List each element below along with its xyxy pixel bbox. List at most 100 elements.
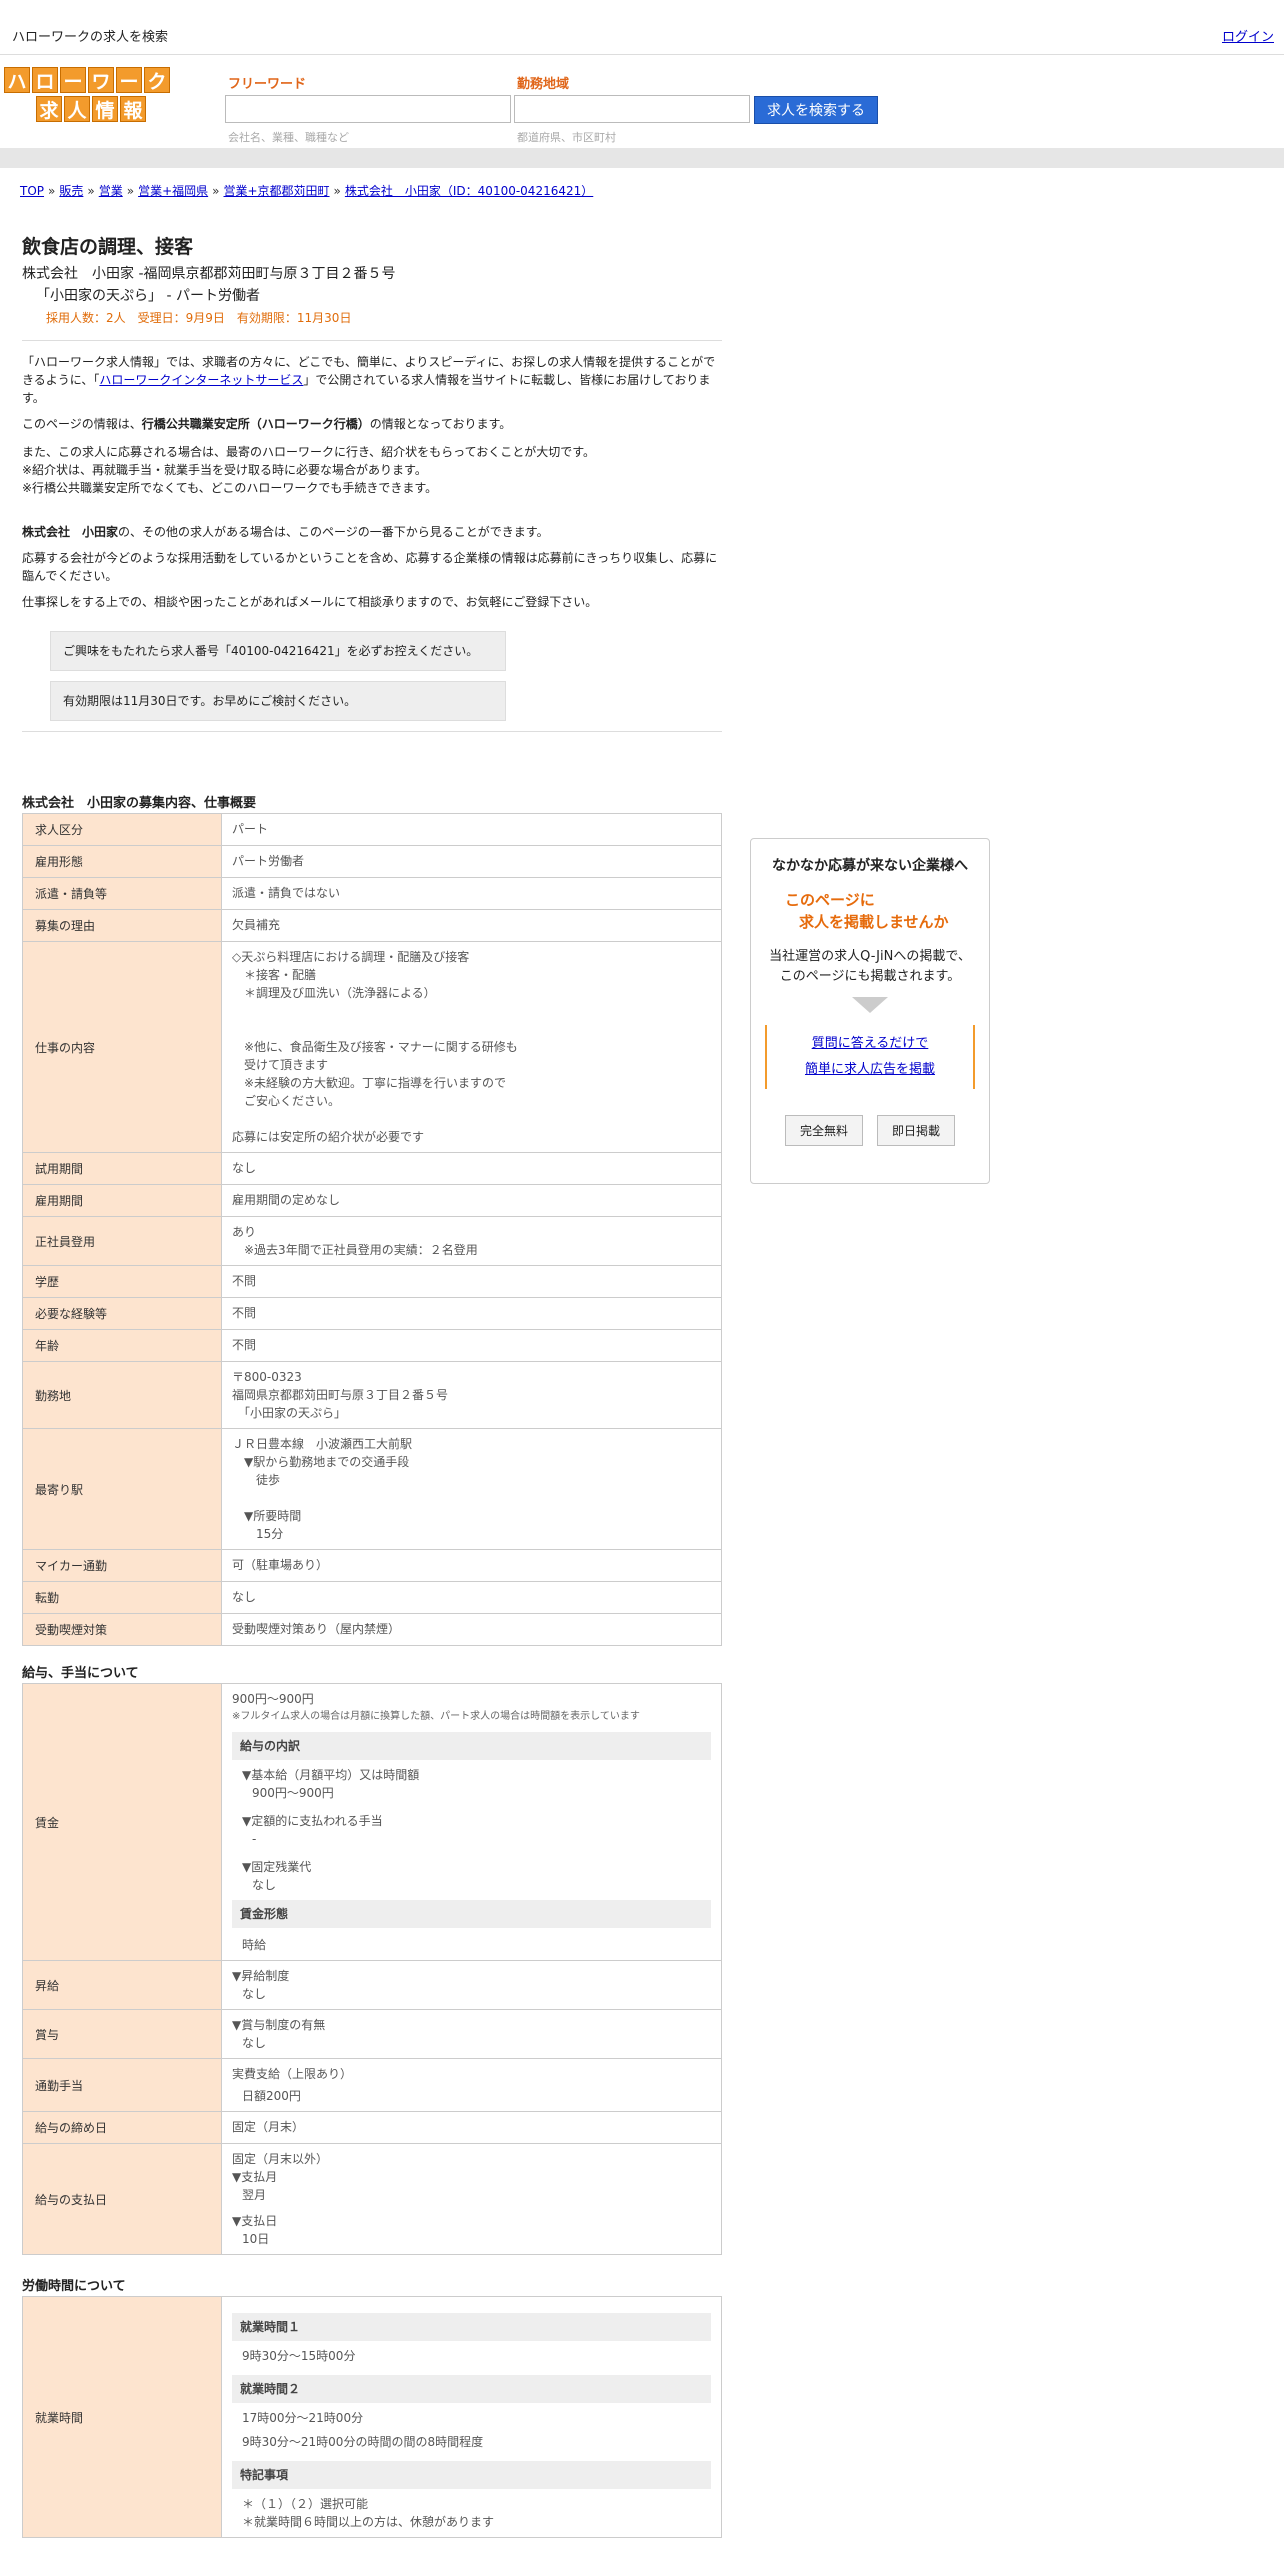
row-value: パート労働者 xyxy=(221,845,722,878)
table-row: 必要な経験等 不問 xyxy=(22,1297,722,1330)
site-logo[interactable]: ハ ロ ー ワ ー ク 求 人 情 報 xyxy=(4,67,180,125)
area-input[interactable] xyxy=(514,95,750,123)
row-header: 通勤手当 xyxy=(22,2058,222,2112)
row-value: 実費支給（上限あり） 日額200円 xyxy=(221,2058,722,2112)
table-row: 給与の支払日 固定（月末以外） ▼支払月 翌月 ▼支払日 10日 xyxy=(22,2143,722,2255)
row-header: 転勤 xyxy=(22,1581,222,1614)
job-meta: 採用人数：2人 受理日：9月9日 有効期限：11月30日 xyxy=(46,311,352,325)
logo-char: 人 xyxy=(64,96,90,122)
subhead: 賃金形態 xyxy=(232,1900,711,1928)
row-value: あり ※過去3年間で正社員登用の実績：２名登用 xyxy=(221,1216,722,1266)
row-header: 賞与 xyxy=(22,2009,222,2059)
breadcrumb: TOP» 販売» 営業» 営業+福岡県» 営業+京都郡苅田町» 株式会社 小田家（ID：4… xyxy=(20,184,594,198)
table-row: 雇用期間 雇用期間の定めなし xyxy=(22,1184,722,1217)
table-row: 年齢 不問 xyxy=(22,1329,722,1362)
row-value: 〒800-0323 福岡県京都郡苅田町与原３丁目２番５号 「小田家の天ぷら」 xyxy=(221,1361,722,1429)
row-header: 雇用形態 xyxy=(22,845,222,878)
ad-links: 質問に答えるだけで 簡単に求人広告を掲載 xyxy=(765,1025,975,1089)
table-row: 仕事の内容 ◇天ぷら料理店における調理・配膳及び接客 ＊接客・配膳 ＊調理及び皿洗… xyxy=(22,941,722,1153)
breadcrumb-link[interactable]: 営業+京都郡苅田町 xyxy=(223,184,329,198)
notice-box: 有効期限は11月30日です。お早めにご検討ください。 xyxy=(50,681,506,721)
salary-table: 賃金 900円〜900円 ※フルタイム求人の場合は月額に換算した額、パート求人の… xyxy=(22,1683,722,2255)
advice-text: 応募する会社が今どのような採用活動をしているかということを含め、応募する企業様の… xyxy=(22,551,718,583)
login-link[interactable]: ログイン xyxy=(1222,26,1274,45)
logo-char: ー xyxy=(60,67,86,93)
table-row: 賃金 900円〜900円 ※フルタイム求人の場合は月額に換算した額、パート求人の… xyxy=(22,1683,722,1961)
area-label: 勤務地域 xyxy=(517,77,570,92)
ad-heading: なかなか応募が来ない企業様へ xyxy=(772,858,968,874)
row-value: 就業時間１ 9時30分〜15時00分 就業時間２ 17時00分〜21時00分 9… xyxy=(221,2296,722,2538)
table-row: マイカー通勤 可（駐車場あり） xyxy=(22,1549,722,1582)
logo-char: ワ xyxy=(88,67,114,93)
intro-text: 「ハローワーク求人情報」では、求職者の方々に、どこでも、簡単に、よりスピーディに… xyxy=(22,355,716,405)
row-value: なし xyxy=(221,1152,722,1185)
breadcrumb-link[interactable]: 営業+福岡県 xyxy=(138,184,208,198)
company-line: 株式会社 小田家 -福岡県京都郡苅田町与原３丁目２番５号 xyxy=(22,266,396,282)
row-value: 可（駐車場あり） xyxy=(221,1549,722,1582)
table-row: 雇用形態 パート労働者 xyxy=(22,845,722,878)
summary-table: 求人区分 パート 雇用形態 パート労働者 派遣・請負等 派遣・請負ではない 募集の理由 欠員補… xyxy=(22,813,722,1646)
row-value: 不問 xyxy=(221,1297,722,1330)
other-jobs-text: 株式会社 小田家の、その他の求人がある場合は、このページの一番下から見ることがで… xyxy=(22,525,549,539)
section-title: 労働時間について xyxy=(22,2279,126,2294)
ad-link-question[interactable]: 質問に答えるだけで xyxy=(812,1036,929,1051)
row-value: 900円〜900円 ※フルタイム求人の場合は月額に換算した額、パート求人の場合は… xyxy=(221,1683,722,1961)
row-value: ＪＲ日豊本線 小波瀬西工大前駅 ▼駅から勤務地までの交通手段 徒歩 ▼所要時間 … xyxy=(221,1428,722,1550)
hours-table: 就業時間 就業時間１ 9時30分〜15時00分 就業時間２ 17時00分〜21時… xyxy=(22,2296,722,2538)
row-value: パート xyxy=(221,813,722,846)
keyword-label: フリーワード xyxy=(228,77,307,92)
row-value: 不問 xyxy=(221,1329,722,1362)
row-value: ▼賞与制度の有無 なし xyxy=(221,2009,722,2059)
same-day-button[interactable]: 即日掲載 xyxy=(877,1115,956,1146)
logo-char: ハ xyxy=(4,67,30,93)
table-row: 最寄り駅 ＪＲ日豊本線 小波瀬西工大前駅 ▼駅から勤務地までの交通手段 徒歩 ▼所… xyxy=(22,1428,722,1550)
breadcrumb-link[interactable]: 株式会社 小田家（ID：40100-04216421） xyxy=(345,184,593,198)
table-row: 勤務地 〒800-0323 福岡県京都郡苅田町与原３丁目２番５号 「小田家の天ぷら」 xyxy=(22,1361,722,1429)
main-content: 飲食店の調理、接客 株式会社 小田家 -福岡県京都郡苅田町与原３丁目２番５号 「… xyxy=(22,232,722,2538)
row-header: 仕事の内容 xyxy=(22,941,222,1153)
note-text: ※行橋公共職業安定所でなくても、どこのハローワークでも手続きできます。 xyxy=(22,481,438,495)
ad-description: 当社運営の求人Q-JiNへの掲載で、 このページにも掲載されます。 xyxy=(769,949,971,984)
breadcrumb-link[interactable]: 販売 xyxy=(59,184,83,198)
row-value: 雇用期間の定めなし xyxy=(221,1184,722,1217)
row-header: 給与の支払日 xyxy=(22,2143,222,2255)
divider xyxy=(22,340,722,341)
row-header: 年齢 xyxy=(22,1329,222,1362)
row-header: マイカー通勤 xyxy=(22,1549,222,1582)
table-row: 派遣・請負等 派遣・請負ではない xyxy=(22,877,722,910)
job-title: 飲食店の調理、接客 xyxy=(22,236,194,258)
table-row: 受動喫煙対策 受動喫煙対策あり（屋内禁煙） xyxy=(22,1613,722,1646)
table-row: 給与の締め日 固定（月末） xyxy=(22,2111,722,2144)
site-title: ハローワークの求人を検索 xyxy=(12,30,169,45)
row-header: 求人区分 xyxy=(22,813,222,846)
top-bar: ハローワークの求人を検索 ログイン xyxy=(0,0,1284,55)
section-title: 株式会社 小田家の募集内容、仕事概要 xyxy=(22,796,257,811)
breadcrumb-link[interactable]: 営業 xyxy=(99,184,123,198)
free-button[interactable]: 完全無料 xyxy=(784,1115,863,1146)
logo-char: ク xyxy=(144,67,170,93)
table-row: 試用期間 なし xyxy=(22,1152,722,1185)
row-value: なし xyxy=(221,1581,722,1614)
row-value: ▼昇給制度 なし xyxy=(221,1960,722,2010)
table-row: 正社員登用 あり ※過去3年間で正社員登用の実績：２名登用 xyxy=(22,1216,722,1266)
note-text: ※紹介状は、再就職手当・就業手当を受け取る時に必要な場合があります。 xyxy=(22,463,427,477)
table-row: 賞与 ▼賞与制度の有無 なし xyxy=(22,2009,722,2059)
row-header: 賃金 xyxy=(22,1683,222,1961)
logo-char: ロ xyxy=(32,67,58,93)
hellowork-link[interactable]: ハローワークインターネットサービス xyxy=(99,373,303,387)
search-button[interactable]: 求人を検索する xyxy=(754,96,878,124)
logo-char: 求 xyxy=(36,96,62,122)
breadcrumb-link[interactable]: TOP xyxy=(20,184,44,198)
table-row: 募集の理由 欠員補充 xyxy=(22,909,722,942)
row-header: 給与の締め日 xyxy=(22,2111,222,2144)
table-row: 通勤手当 実費支給（上限あり） 日額200円 xyxy=(22,2058,722,2112)
row-value: 欠員補充 xyxy=(221,909,722,942)
wage-note: ※フルタイム求人の場合は月額に換算した額、パート求人の場合は時間額を表示していま… xyxy=(232,1711,640,1722)
keyword-input[interactable] xyxy=(225,95,511,123)
advertise-box: なかなか応募が来ない企業様へ このページに 求人を掲載しませんか 当社運営の求人… xyxy=(750,838,990,1184)
wage-amount: 900円〜900円 xyxy=(232,1692,314,1706)
row-header: 受動喫煙対策 xyxy=(22,1613,222,1646)
row-header: 試用期間 xyxy=(22,1152,222,1185)
row-value: 受動喫煙対策あり（屋内禁煙） xyxy=(221,1613,722,1646)
ad-link-post[interactable]: 簡単に求人広告を掲載 xyxy=(805,1062,935,1077)
